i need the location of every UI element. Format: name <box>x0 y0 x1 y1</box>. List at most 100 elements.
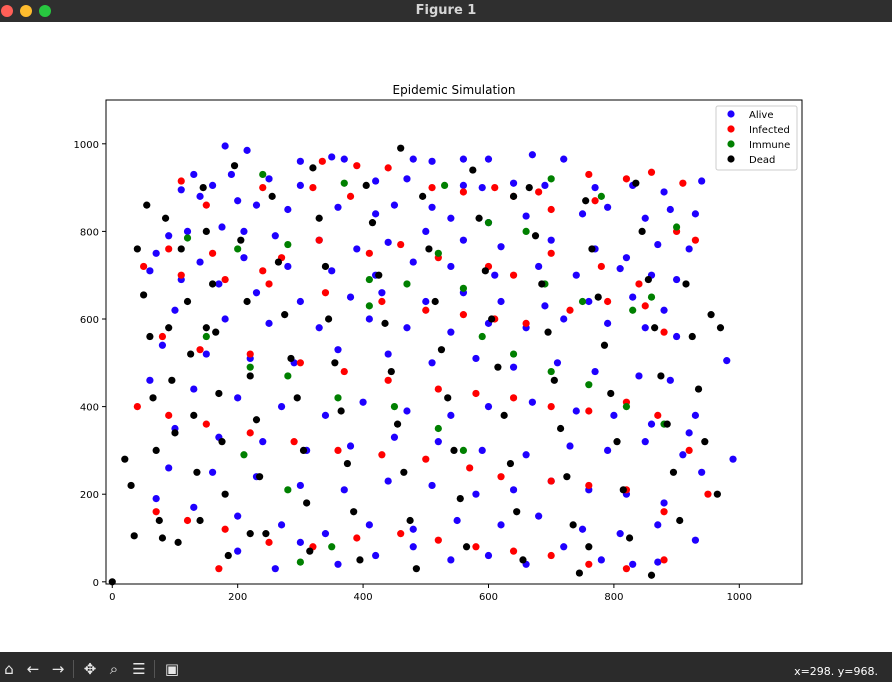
forward-icon[interactable]: → <box>49 660 67 678</box>
data-point-alive <box>334 560 342 568</box>
data-point-alive <box>296 181 304 190</box>
data-point-alive <box>208 181 217 190</box>
data-point-dead <box>293 394 301 402</box>
data-point-dead <box>171 429 179 437</box>
data-point-infected <box>591 197 599 205</box>
data-point-alive <box>384 350 392 358</box>
data-point-alive <box>616 265 624 273</box>
data-point-infected <box>459 188 468 196</box>
data-point-immune <box>547 367 555 376</box>
data-point-dead <box>676 516 684 525</box>
data-point-infected <box>340 367 348 376</box>
data-point-alive <box>296 157 304 165</box>
data-point-immune <box>597 192 605 200</box>
y-tick-label: 1000 <box>74 140 99 151</box>
data-point-alive <box>190 503 198 511</box>
data-point-immune <box>284 486 292 494</box>
data-point-alive <box>428 157 436 165</box>
data-point-dead <box>337 407 345 415</box>
home-icon[interactable]: ⌂ <box>0 660 18 678</box>
x-tick-label: 600 <box>479 592 498 603</box>
legend-label: Alive <box>749 110 773 121</box>
data-point-dead <box>121 455 129 463</box>
data-point-dead <box>193 468 201 476</box>
data-point-infected <box>318 157 326 165</box>
data-point-dead <box>143 201 151 209</box>
toolbar-separator <box>73 660 74 678</box>
data-point-infected <box>177 177 185 185</box>
data-point-alive <box>528 398 536 406</box>
data-point-alive <box>698 177 706 185</box>
data-point-infected <box>704 490 712 498</box>
data-point-dead <box>356 556 364 564</box>
data-point-infected <box>202 201 210 209</box>
data-point-alive <box>635 372 643 380</box>
data-point-dead <box>538 280 546 288</box>
x-tick-label: 200 <box>228 592 247 603</box>
data-point-dead <box>450 446 458 455</box>
pan-icon[interactable]: ✥ <box>81 660 99 678</box>
y-tick-label: 600 <box>80 315 99 326</box>
configure-icon[interactable]: ☰ <box>130 660 148 678</box>
data-point-dead <box>494 363 502 371</box>
data-point-alive <box>296 538 304 546</box>
data-point-dead <box>456 494 464 503</box>
data-point-dead <box>331 359 339 367</box>
back-icon[interactable]: ← <box>24 660 42 678</box>
data-point-alive <box>547 236 555 244</box>
data-point-dead <box>713 490 721 498</box>
save-icon[interactable]: ▣ <box>163 660 181 678</box>
data-point-infected <box>365 249 373 257</box>
data-point-alive <box>641 438 649 446</box>
data-point-immune <box>629 306 637 314</box>
data-point-alive <box>265 319 273 327</box>
data-point-alive <box>729 455 737 463</box>
data-point-infected <box>422 306 430 314</box>
data-point-alive <box>484 155 493 163</box>
data-point-alive <box>296 481 304 490</box>
data-point-alive <box>334 203 342 211</box>
data-point-alive <box>372 551 380 560</box>
data-point-alive <box>654 521 662 529</box>
data-point-infected <box>353 162 361 170</box>
data-point-infected <box>265 280 273 288</box>
data-point-immune <box>246 363 254 371</box>
data-point-infected <box>196 346 204 354</box>
data-point-dead <box>431 297 439 306</box>
zoom-icon[interactable]: ⌕ <box>105 660 123 678</box>
data-point-dead <box>140 291 148 299</box>
data-point-immune <box>365 302 373 310</box>
data-point-dead <box>343 459 352 468</box>
data-point-immune <box>334 394 342 402</box>
data-point-infected <box>497 473 505 481</box>
data-point-dead <box>462 543 471 551</box>
data-point-infected <box>378 451 386 459</box>
data-point-alive <box>346 293 355 301</box>
data-point-alive <box>447 556 455 564</box>
data-point-alive <box>434 438 442 446</box>
data-point-immune <box>440 181 449 190</box>
data-point-immune <box>365 275 373 284</box>
data-point-immune <box>459 446 468 455</box>
data-point-alive <box>566 442 574 450</box>
data-point-dead <box>208 280 217 288</box>
data-point-infected <box>660 556 668 564</box>
data-point-dead <box>252 416 261 424</box>
data-point-alive <box>723 357 731 365</box>
data-point-dead <box>303 499 311 507</box>
data-point-infected <box>428 184 436 192</box>
data-point-dead <box>556 424 565 433</box>
data-point-infected <box>547 205 555 214</box>
data-point-infected <box>585 407 593 415</box>
data-point-alive <box>672 332 681 341</box>
data-point-dead <box>575 569 584 577</box>
data-point-alive <box>666 205 674 214</box>
data-point-alive <box>284 262 292 271</box>
data-point-infected <box>604 297 612 306</box>
data-point-alive <box>165 232 173 240</box>
data-point-alive <box>629 560 637 568</box>
data-point-alive <box>597 556 605 564</box>
data-point-infected <box>434 536 442 544</box>
data-point-infected <box>509 394 518 402</box>
data-point-immune <box>434 249 442 257</box>
